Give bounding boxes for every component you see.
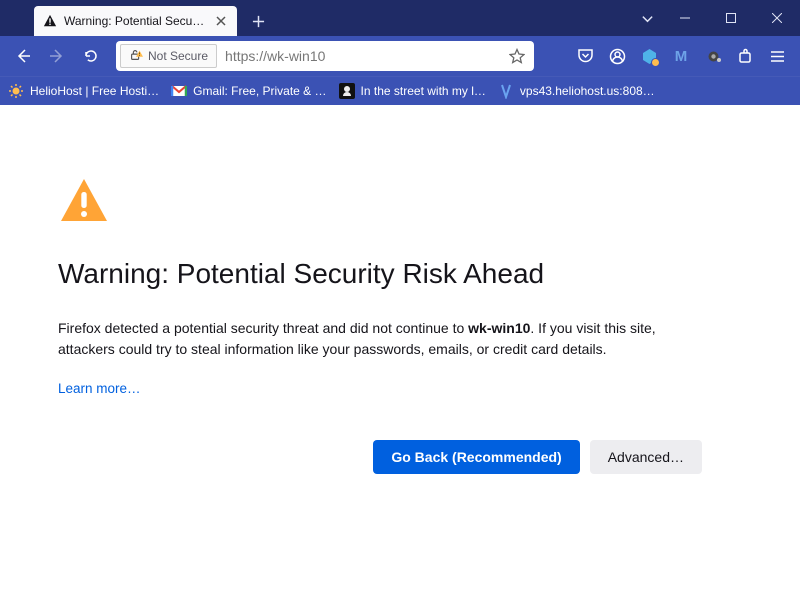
bookmark-label: In the street with my l… — [361, 84, 486, 98]
bookmark-star-button[interactable] — [504, 43, 530, 69]
app-menu-button[interactable] — [762, 41, 792, 71]
maximize-button[interactable] — [708, 0, 754, 36]
m-letter-icon: M — [675, 48, 688, 65]
notification-badge-icon — [651, 58, 660, 67]
identity-box[interactable]: Not Secure — [120, 44, 217, 68]
page-icon — [339, 83, 355, 99]
reload-button[interactable] — [76, 41, 106, 71]
bookmark-label: Gmail: Free, Private & … — [193, 84, 326, 98]
account-button[interactable] — [602, 41, 632, 71]
warning-triangle-large-icon — [58, 175, 110, 227]
bookmark-label: vps43.heliohost.us:808… — [520, 84, 655, 98]
window-titlebar: Warning: Potential Security Risk — [0, 0, 800, 36]
gmail-icon — [171, 83, 187, 99]
tab-strip: Warning: Potential Security Risk — [0, 0, 273, 36]
server-icon — [498, 83, 514, 99]
go-back-button[interactable]: Go Back (Recommended) — [373, 440, 579, 474]
window-controls — [662, 0, 800, 36]
bookmark-label: HelioHost | Free Hosti… — [30, 84, 159, 98]
new-tab-button[interactable] — [243, 6, 273, 36]
bookmark-item[interactable]: In the street with my l… — [339, 83, 486, 99]
back-button[interactable] — [8, 41, 38, 71]
bookmark-item[interactable]: vps43.heliohost.us:808… — [498, 83, 655, 99]
identity-label: Not Secure — [148, 49, 208, 63]
error-description: Firefox detected a potential security th… — [58, 318, 702, 360]
error-actions: Go Back (Recommended) Advanced… — [58, 440, 702, 474]
lock-warning-icon — [129, 48, 143, 65]
error-desc-prefix: Firefox detected a potential security th… — [58, 320, 468, 336]
bookmarks-toolbar: HelioHost | Free Hosti… Gmail: Free, Pri… — [0, 76, 800, 105]
bookmark-item[interactable]: HelioHost | Free Hosti… — [8, 83, 159, 99]
toolbar-actions: M — [570, 41, 792, 71]
security-error-page: Warning: Potential Security Risk Ahead F… — [0, 105, 760, 474]
learn-more-link[interactable]: Learn more… — [58, 381, 141, 396]
sun-icon — [8, 83, 24, 99]
warning-triangle-icon — [42, 13, 58, 29]
bookmark-item[interactable]: Gmail: Free, Private & … — [171, 83, 326, 99]
browser-tab[interactable]: Warning: Potential Security Risk — [34, 6, 237, 36]
close-window-button[interactable] — [754, 0, 800, 36]
pocket-button[interactable] — [570, 41, 600, 71]
navigation-toolbar: Not Secure M — [0, 36, 800, 76]
advanced-button[interactable]: Advanced… — [590, 440, 702, 474]
error-title: Warning: Potential Security Risk Ahead — [58, 258, 702, 290]
extension-button-2[interactable] — [698, 41, 728, 71]
tab-close-button[interactable] — [213, 13, 229, 29]
url-input[interactable] — [217, 41, 504, 71]
extensions-button[interactable] — [730, 41, 760, 71]
tab-overflow-button[interactable] — [632, 0, 662, 36]
forward-button[interactable] — [42, 41, 72, 71]
tab-title: Warning: Potential Security Risk — [64, 14, 207, 28]
error-hostname: wk-win10 — [468, 320, 530, 336]
url-bar[interactable]: Not Secure — [116, 41, 534, 71]
page-content: Warning: Potential Security Risk Ahead F… — [0, 105, 800, 595]
gmail-shortcut-button[interactable]: M — [666, 41, 696, 71]
extension-button-1[interactable] — [634, 41, 664, 71]
minimize-button[interactable] — [662, 0, 708, 36]
